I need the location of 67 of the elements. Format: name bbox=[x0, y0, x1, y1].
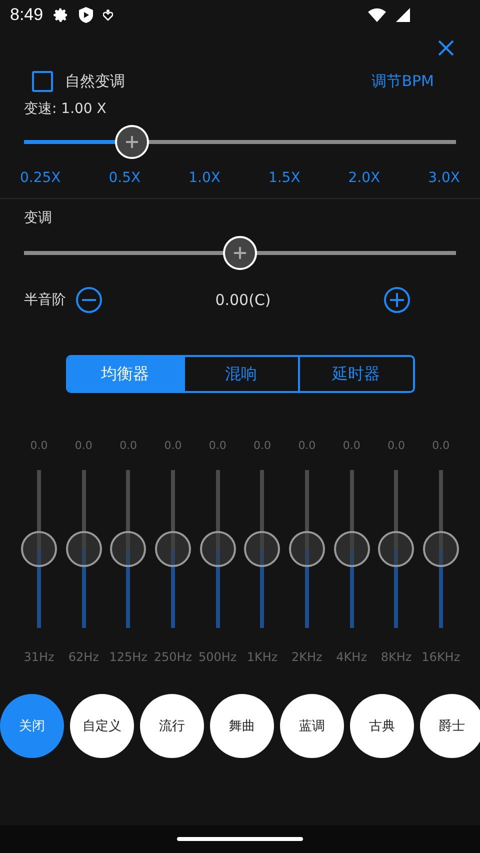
eq-slider-thumb[interactable] bbox=[422, 531, 459, 567]
preset-button[interactable]: 舞曲 bbox=[210, 694, 274, 758]
plus-icon bbox=[233, 246, 247, 260]
band-frequency: 500Hz bbox=[198, 650, 237, 664]
band-frequency: 125Hz bbox=[109, 650, 148, 664]
heart-icon bbox=[103, 9, 114, 21]
eq-slider-thumb[interactable] bbox=[154, 531, 191, 567]
preset-button[interactable]: 关闭 bbox=[0, 694, 64, 758]
preset-button[interactable]: 蓝调 bbox=[280, 694, 344, 758]
band-gain: 0.0 bbox=[30, 439, 48, 452]
tab[interactable]: 延时器 bbox=[298, 357, 412, 391]
band-gain: 0.0 bbox=[254, 439, 272, 452]
band-frequency: 31Hz bbox=[24, 650, 54, 664]
speed-preset[interactable]: 3.0X bbox=[428, 170, 460, 186]
semitone-value: 0.00(C) bbox=[214, 291, 272, 309]
plus-button[interactable] bbox=[384, 287, 410, 313]
band-gain: 0.0 bbox=[164, 439, 182, 452]
band-gain: 0.0 bbox=[342, 439, 360, 452]
speed-preset[interactable]: 2.0X bbox=[348, 170, 380, 186]
speed-slider-thumb[interactable] bbox=[115, 125, 149, 159]
minus-icon bbox=[82, 299, 96, 301]
wifi-icon bbox=[368, 8, 386, 22]
preset-button[interactable]: 流行 bbox=[140, 694, 204, 758]
band-gain: 0.0 bbox=[74, 439, 92, 452]
pitch-slider-thumb[interactable] bbox=[223, 236, 257, 270]
tab[interactable]: 均衡器 bbox=[68, 357, 182, 391]
shield-icon bbox=[79, 7, 94, 23]
eq-slider-thumb[interactable] bbox=[21, 531, 57, 567]
semitone-label: 半音阶 bbox=[24, 291, 66, 309]
bpm-link[interactable]: 调节BPM bbox=[372, 72, 434, 90]
band-gain: 0.0 bbox=[208, 439, 226, 452]
plus-icon bbox=[125, 135, 139, 149]
speed-label: 变速: 1.00 X bbox=[24, 101, 106, 117]
minus-button[interactable] bbox=[76, 287, 102, 313]
speed-preset[interactable]: 0.25X bbox=[20, 170, 61, 186]
preset-button[interactable]: 爵士 bbox=[420, 694, 480, 758]
band-frequency: 8KHz bbox=[380, 650, 412, 664]
speed-preset[interactable]: 1.0X bbox=[188, 170, 220, 186]
eq-slider-thumb[interactable] bbox=[110, 531, 146, 567]
eq-slider-thumb[interactable] bbox=[334, 531, 370, 567]
band-frequency: 16KHz bbox=[422, 650, 460, 664]
settings-icon bbox=[53, 7, 70, 23]
eq-slider-thumb[interactable] bbox=[66, 531, 102, 567]
eq-slider-thumb[interactable] bbox=[200, 531, 236, 567]
plus-icon bbox=[390, 293, 404, 307]
band-gain: 0.0 bbox=[432, 439, 450, 452]
band-frequency: 62Hz bbox=[68, 650, 99, 664]
signal-icon bbox=[396, 8, 410, 22]
band-gain: 0.0 bbox=[388, 439, 405, 452]
close-icon[interactable] bbox=[438, 40, 454, 56]
speed-preset[interactable]: 1.5X bbox=[268, 170, 300, 186]
checkbox[interactable] bbox=[32, 70, 53, 92]
band-gain: 0.0 bbox=[120, 439, 138, 452]
eq-slider-thumb[interactable] bbox=[244, 531, 280, 567]
eq-slider-thumb[interactable] bbox=[378, 531, 414, 567]
preset-button[interactable]: 自定义 bbox=[70, 694, 134, 758]
preset-button[interactable]: 古典 bbox=[350, 694, 414, 758]
time: 8:49 bbox=[10, 5, 44, 25]
band-frequency: 2KHz bbox=[292, 650, 322, 664]
speed-preset[interactable]: 0.5X bbox=[108, 170, 141, 186]
eq-slider-thumb[interactable] bbox=[288, 531, 325, 567]
band-frequency: 4KHz bbox=[336, 650, 367, 664]
checkbox-label: 自然变调 bbox=[65, 72, 125, 90]
band-frequency: 1KHz bbox=[246, 650, 278, 664]
band-frequency: 250Hz bbox=[154, 650, 192, 664]
pitch-label: 变调 bbox=[24, 210, 52, 226]
band-gain: 0.0 bbox=[298, 439, 316, 452]
